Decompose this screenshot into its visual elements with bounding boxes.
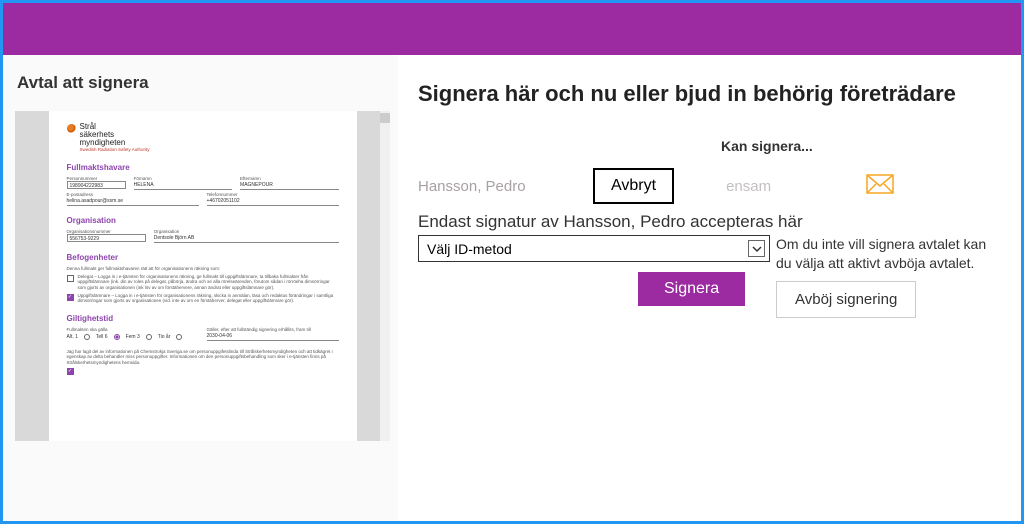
text-delegat: Delegat – Logga in i e-tjänsten för orga… xyxy=(78,274,339,290)
checkbox-delegat xyxy=(67,275,74,282)
section-organisation: Organisation xyxy=(67,216,339,225)
acknowledgement-text: Jag har lagit del av informationen på Ch… xyxy=(67,349,339,365)
id-method-select[interactable]: Välj ID-metod xyxy=(418,235,770,262)
can-sign-label: Kan signera... xyxy=(721,138,993,154)
decline-button[interactable]: Avböj signering xyxy=(776,281,916,318)
logo-text: Strål säkerhets myndigheten Swedish Radi… xyxy=(80,123,150,153)
doc-scrollbar-thumb[interactable] xyxy=(380,113,390,123)
mail-icon[interactable] xyxy=(866,174,894,199)
lower-row: Välj ID-metod Signera Om du inte vill si… xyxy=(418,235,993,318)
right-panel: Signera här och nu eller bjud in behörig… xyxy=(398,55,1021,521)
content: Avtal att signera Strål säkerhets myndig… xyxy=(3,55,1021,521)
decline-actions: Om du inte vill signera avtalet kan du v… xyxy=(770,235,993,318)
radio-opt4 xyxy=(176,334,182,340)
value-efternamn: MAGNEPOUR xyxy=(240,181,338,190)
logo-mark-icon xyxy=(67,124,76,133)
radio-row: Alt. 1 Tell 6 Fem 3 Tio år xyxy=(67,334,199,340)
befogenheter-intro: Denna fullmakt ger fullmaktshavaren rätt… xyxy=(67,266,339,271)
text-uppgiftslamnare: Uppgiftslämnare – Logga in i e-tjänsten … xyxy=(78,293,339,304)
sign-actions: Välj ID-metod Signera xyxy=(418,235,770,306)
value-personnummer: 198904222983 xyxy=(67,181,126,189)
decline-note: Om du inte vill signera avtalet kan du v… xyxy=(776,235,993,273)
radio-opt1 xyxy=(84,334,90,340)
value-fornamn: HELENA xyxy=(134,181,232,190)
label-giltighet: Fullmakten ska gälla xyxy=(67,327,199,332)
logo-line3: myndigheten xyxy=(80,139,150,147)
left-panel-title: Avtal att signera xyxy=(17,73,398,93)
document-page: Strål säkerhets myndigheten Swedish Radi… xyxy=(49,111,357,441)
alone-text: ensam xyxy=(726,178,866,195)
sign-heading: Signera här och nu eller bjud in behörig… xyxy=(418,77,993,110)
cancel-button[interactable]: Avbryt xyxy=(593,168,674,204)
radio-opt4-label: Tio år xyxy=(158,334,171,340)
document-preview[interactable]: Strål säkerhets myndigheten Swedish Radi… xyxy=(15,111,390,441)
section-giltighetstid: Giltighetstid xyxy=(67,314,339,323)
left-panel: Avtal att signera Strål säkerhets myndig… xyxy=(3,55,398,521)
top-bar xyxy=(3,3,1021,55)
radio-opt1-label: Alt. 1 xyxy=(67,334,78,340)
id-method-placeholder: Välj ID-metod xyxy=(427,241,512,257)
logo-subtitle: Swedish Radiation Safety Authority xyxy=(80,148,150,153)
sign-button[interactable]: Signera xyxy=(638,272,745,306)
accept-notice: Endast signatur av Hansson, Pedro accept… xyxy=(418,212,993,232)
signer-name: Hansson, Pedro xyxy=(418,178,593,195)
logo: Strål säkerhets myndigheten Swedish Radi… xyxy=(67,123,339,153)
section-befogenheter: Befogenheter xyxy=(67,253,339,262)
value-giltig-till: 2030-04-06 xyxy=(207,332,339,341)
checkbox-ack: ✓ xyxy=(67,368,74,375)
section-fullmaktshavare: Fullmaktshavare xyxy=(67,163,339,172)
radio-opt2 xyxy=(114,334,120,340)
checkbox-uppgiftslamnare: ✓ xyxy=(67,294,74,301)
chevron-down-icon xyxy=(748,240,765,257)
radio-opt2-label: Tell 6 xyxy=(96,334,108,340)
radio-opt3 xyxy=(146,334,152,340)
value-orgnr: 556753-9229 xyxy=(67,234,146,242)
value-epost: helina.asadpour@ssm.se xyxy=(67,197,199,206)
radio-opt3-label: Fem 3 xyxy=(126,334,140,340)
value-telefon: +46702051102 xyxy=(207,197,339,206)
value-org: Dentsole Björn AB xyxy=(154,234,339,243)
signer-row: Hansson, Pedro Avbryt ensam xyxy=(418,168,993,204)
doc-scrollbar[interactable] xyxy=(380,111,390,441)
